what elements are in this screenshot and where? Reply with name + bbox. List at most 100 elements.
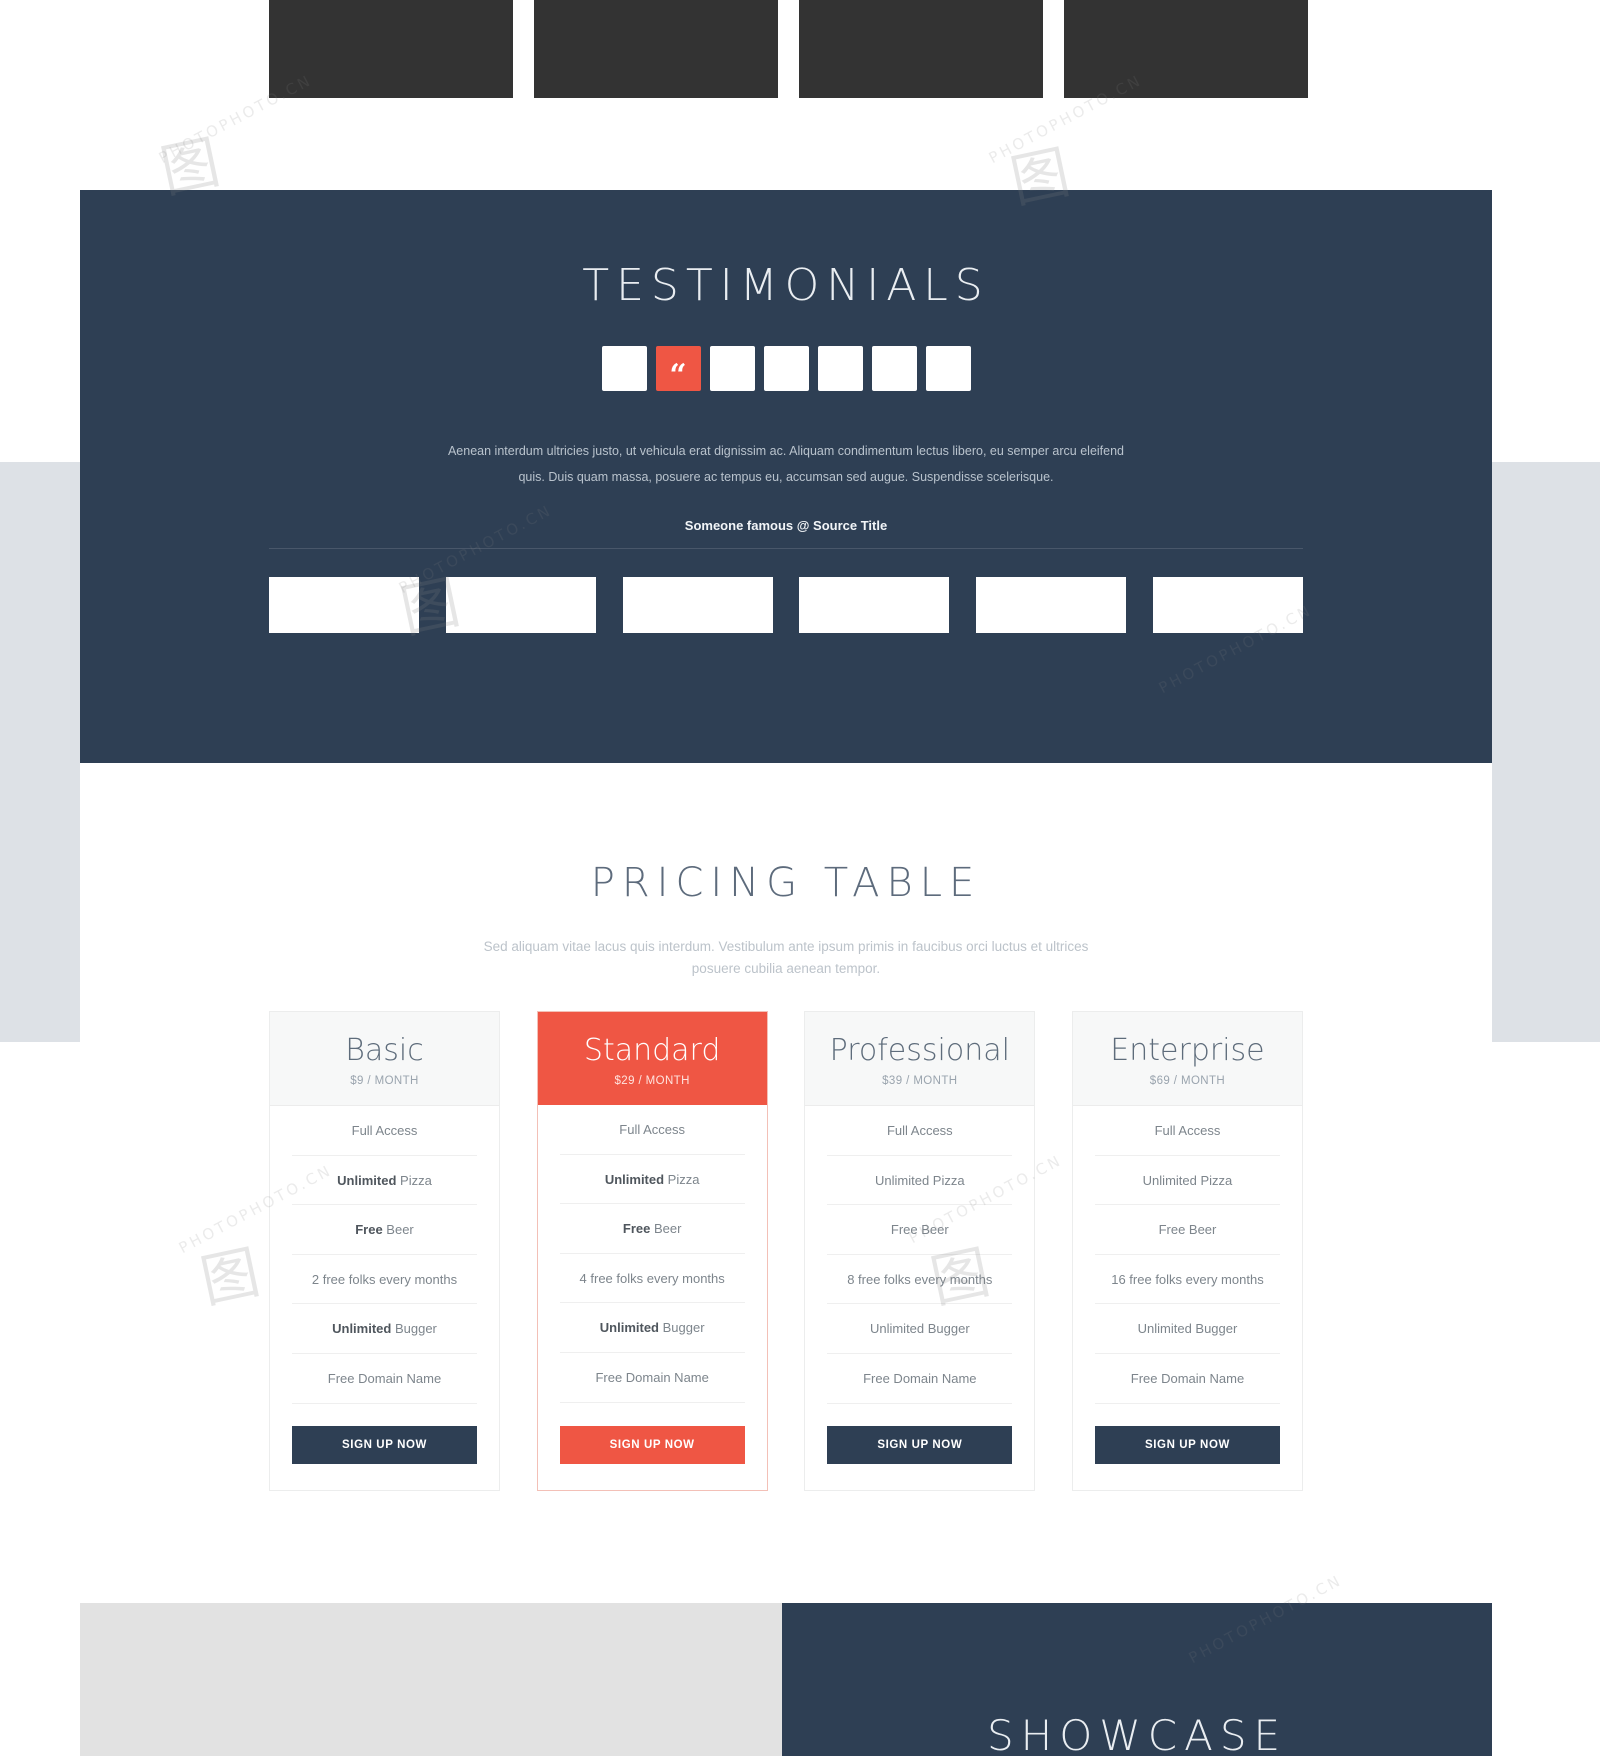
pricing-feature-item: 16 free folks every months xyxy=(1094,1255,1280,1305)
pricing-feature-item: Full Access xyxy=(292,1106,477,1156)
pricing-feature-item: 4 free folks every months xyxy=(559,1254,745,1304)
pricing-feature-text: Free Domain Name xyxy=(595,1369,709,1385)
pricing-plan-row: Basic $9 / MONTH Full Access Unlimited Pizz… xyxy=(269,1011,1303,1491)
signup-button[interactable]: SIGN UP NOW xyxy=(1094,1425,1280,1464)
pricing-feature-text: Beer xyxy=(382,1222,414,1238)
pricing-card-footer: SIGN UP NOW xyxy=(538,1404,767,1490)
pricing-feature-text: Unlimited Pizza xyxy=(1142,1172,1233,1188)
pricing-card-header: Basic $9 / MONTH xyxy=(270,1012,499,1106)
pricing-section: PRICING TABLE Sed aliquam vitae lacus qu… xyxy=(80,763,1492,1603)
pricing-feature-item: Free Beer xyxy=(1094,1205,1280,1255)
pricing-feature-text: Unlimited Pizza xyxy=(875,1172,965,1188)
pricing-card-header: Professional $39 / MONTH xyxy=(805,1012,1035,1106)
pricing-feature-text: 4 free folks every months xyxy=(579,1270,725,1286)
testimonial-avatar-7[interactable] xyxy=(925,346,971,391)
pricing-subtitle: Sed aliquam vitae lacus quis interdum. V… xyxy=(483,939,1089,977)
pricing-feature-text: Pizza xyxy=(396,1172,432,1188)
pricing-card-footer: SIGN UP NOW xyxy=(1073,1404,1302,1490)
pricing-feature-item: Unlimited Bugger xyxy=(559,1303,745,1353)
testimonials-title: TESTIMONIALS xyxy=(582,260,990,311)
pricing-plan-name: Standard xyxy=(583,1033,721,1068)
testimonials-section: TESTIMONIALS “ Aenean interdum ultricies… xyxy=(80,190,1492,763)
pricing-card-footer: SIGN UP NOW xyxy=(270,1404,499,1490)
pricing-feature-text: Free Domain Name xyxy=(1130,1370,1245,1386)
testimonial-avatar-1[interactable] xyxy=(601,346,647,391)
testimonial-avatar-row: “ xyxy=(80,346,1492,391)
pricing-feature-item: Unlimited Bugger xyxy=(292,1304,477,1354)
pricing-feature-text: 8 free folks every months xyxy=(847,1271,993,1287)
pricing-feature-item: Full Access xyxy=(827,1106,1013,1156)
testimonial-quote: Aenean interdum ultricies justo, ut vehi… xyxy=(447,444,1125,484)
pricing-feature-item: Unlimited Bugger xyxy=(827,1304,1013,1354)
pricing-feature-item: Free Domain Name xyxy=(292,1354,477,1404)
pricing-feature-item: Unlimited Pizza xyxy=(1094,1156,1280,1206)
pricing-feature-list: Full Access Unlimited Pizza Free Beer 16 fr… xyxy=(1073,1106,1302,1404)
pricing-plan-price: $39 / MONTH xyxy=(882,1075,958,1087)
pricing-feature-text: Unlimited Bugger xyxy=(869,1321,970,1337)
pricing-feature-text: Bugger xyxy=(391,1321,437,1337)
pricing-card-header: Enterprise $69 / MONTH xyxy=(1072,1012,1302,1106)
testimonial-avatar-4[interactable] xyxy=(763,346,809,391)
testimonial-source: Someone famous @ Source Title xyxy=(684,518,888,534)
signup-button[interactable]: SIGN UP NOW xyxy=(559,1425,745,1464)
pricing-plan-price: $9 / MONTH xyxy=(350,1075,419,1087)
pricing-feature-emphasis: Unlimited xyxy=(599,1320,659,1336)
pricing-feature-list: Full Access Unlimited Pizza Free Beer 4 fre… xyxy=(538,1105,767,1404)
pricing-feature-item: Free Beer xyxy=(292,1205,477,1255)
pricing-feature-item: Free Domain Name xyxy=(827,1354,1013,1404)
pricing-feature-item: Free Domain Name xyxy=(1094,1354,1280,1404)
client-logo-4[interactable] xyxy=(799,577,950,633)
client-logo-2[interactable] xyxy=(445,577,596,633)
pricing-card-basic: Basic $9 / MONTH Full Access Unlimited Pizz… xyxy=(269,1011,500,1491)
pricing-feature-text: Bugger xyxy=(659,1320,705,1336)
pricing-card-standard: Standard $29 / MONTH Full Access Unlimited … xyxy=(536,1011,768,1491)
testimonial-avatar-6[interactable] xyxy=(871,346,917,391)
pricing-feature-text: Free Domain Name xyxy=(327,1370,442,1386)
pricing-feature-item: Full Access xyxy=(1094,1106,1280,1156)
pricing-feature-text: 16 free folks every months xyxy=(1111,1271,1264,1287)
thumbnail-strip xyxy=(80,0,1492,100)
thumbnail-3[interactable] xyxy=(799,0,1043,98)
testimonial-avatar-2-active[interactable]: “ xyxy=(655,346,701,393)
pricing-feature-text: Free Beer xyxy=(890,1222,949,1238)
pricing-feature-item: 2 free folks every months xyxy=(292,1255,477,1305)
pricing-feature-item: Free Domain Name xyxy=(559,1353,745,1403)
pricing-feature-list: Full Access Unlimited Pizza Free Beer 8 fre… xyxy=(805,1106,1034,1404)
pricing-feature-text: Full Access xyxy=(619,1122,686,1137)
signup-button[interactable]: SIGN UP NOW xyxy=(292,1425,477,1464)
pricing-feature-text: Full Access xyxy=(1154,1123,1221,1138)
pricing-feature-item: Unlimited Pizza xyxy=(292,1156,477,1206)
thumbnail-1[interactable] xyxy=(269,0,513,98)
client-logo-row xyxy=(269,577,1303,633)
pricing-plan-name: Enterprise xyxy=(1110,1033,1265,1068)
pricing-feature-item: 8 free folks every months xyxy=(827,1255,1013,1305)
pricing-feature-text: Beer xyxy=(650,1221,682,1237)
client-logo-5[interactable] xyxy=(976,577,1127,633)
pricing-feature-item: Free Beer xyxy=(559,1204,745,1254)
thumbnail-4[interactable] xyxy=(1064,0,1308,98)
signup-button[interactable]: SIGN UP NOW xyxy=(827,1425,1013,1464)
pricing-plan-price: $69 / MONTH xyxy=(1149,1075,1226,1087)
showcase-title: SHOWCASE xyxy=(986,1711,1288,1756)
pricing-feature-emphasis: Unlimited xyxy=(604,1171,665,1187)
pricing-plan-price: $29 / MONTH xyxy=(614,1075,690,1087)
testimonial-avatar-3[interactable] xyxy=(709,346,755,391)
testimonial-avatar-5[interactable] xyxy=(817,346,863,391)
pricing-title: PRICING TABLE xyxy=(590,860,982,906)
quote-icon: “ xyxy=(669,357,687,393)
showcase-section: SHOWCASE xyxy=(782,1603,1492,1756)
pricing-card-enterprise: Enterprise $69 / MONTH Full Access Unlimite… xyxy=(1071,1011,1303,1491)
pricing-plan-name: Basic xyxy=(345,1033,424,1068)
pricing-feature-text: Full Access xyxy=(351,1123,418,1138)
thumbnail-2[interactable] xyxy=(534,0,778,98)
client-logo-6[interactable] xyxy=(1152,577,1303,633)
pricing-feature-emphasis: Free xyxy=(622,1221,651,1237)
pricing-card-header: Standard $29 / MONTH xyxy=(537,1012,767,1105)
client-logo-1[interactable] xyxy=(269,577,419,633)
pricing-feature-text: 2 free folks every months xyxy=(311,1271,458,1287)
pricing-feature-list: Full Access Unlimited Pizza Free Beer 2 fre… xyxy=(270,1106,499,1404)
pricing-feature-text: Unlimited Bugger xyxy=(1137,1321,1238,1337)
pricing-feature-text: Free Domain Name xyxy=(863,1370,977,1386)
client-logo-3[interactable] xyxy=(622,577,773,633)
pricing-card-professional: Professional $39 / MONTH Full Access Unlimi… xyxy=(804,1011,1036,1491)
